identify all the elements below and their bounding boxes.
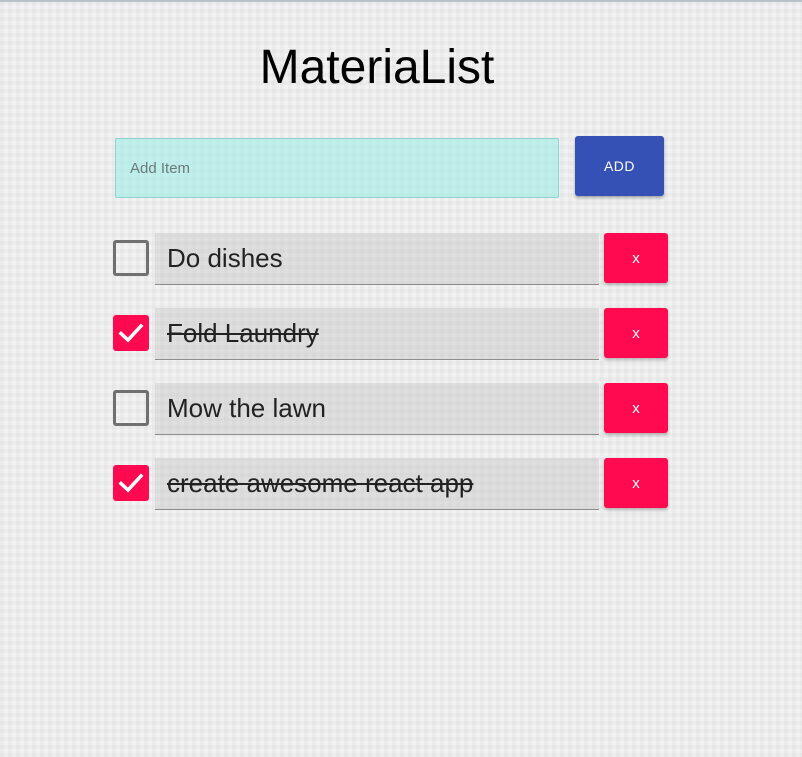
delete-button[interactable]: x <box>604 383 668 433</box>
checkmark-icon <box>118 473 144 493</box>
delete-button[interactable]: x <box>604 308 668 358</box>
todo-text: create awesome react app <box>167 468 474 498</box>
todo-text-field[interactable]: Mow the lawn <box>155 383 599 435</box>
todo-list: Do dishes x Fold Laundry x Mow the lawn … <box>0 0 802 757</box>
todo-text: Fold Laundry <box>167 318 319 348</box>
todo-checkbox[interactable] <box>113 315 149 351</box>
todo-row: Mow the lawn x <box>0 383 802 435</box>
todo-row: Fold Laundry x <box>0 308 802 360</box>
todo-row: Do dishes x <box>0 233 802 285</box>
todo-text-field[interactable]: Do dishes <box>155 233 599 285</box>
todo-text: Mow the lawn <box>167 393 326 423</box>
delete-button[interactable]: x <box>604 458 668 508</box>
todo-text-field[interactable]: create awesome react app <box>155 458 599 510</box>
todo-text: Do dishes <box>167 243 283 273</box>
todo-text-field[interactable]: Fold Laundry <box>155 308 599 360</box>
todo-checkbox[interactable] <box>113 390 149 426</box>
checkmark-icon <box>118 323 144 343</box>
todo-checkbox[interactable] <box>113 240 149 276</box>
app-container: MateriaList ADD Do dishes x Fold Laundry… <box>0 0 802 757</box>
todo-checkbox[interactable] <box>113 465 149 501</box>
delete-button[interactable]: x <box>604 233 668 283</box>
todo-row: create awesome react app x <box>0 458 802 510</box>
